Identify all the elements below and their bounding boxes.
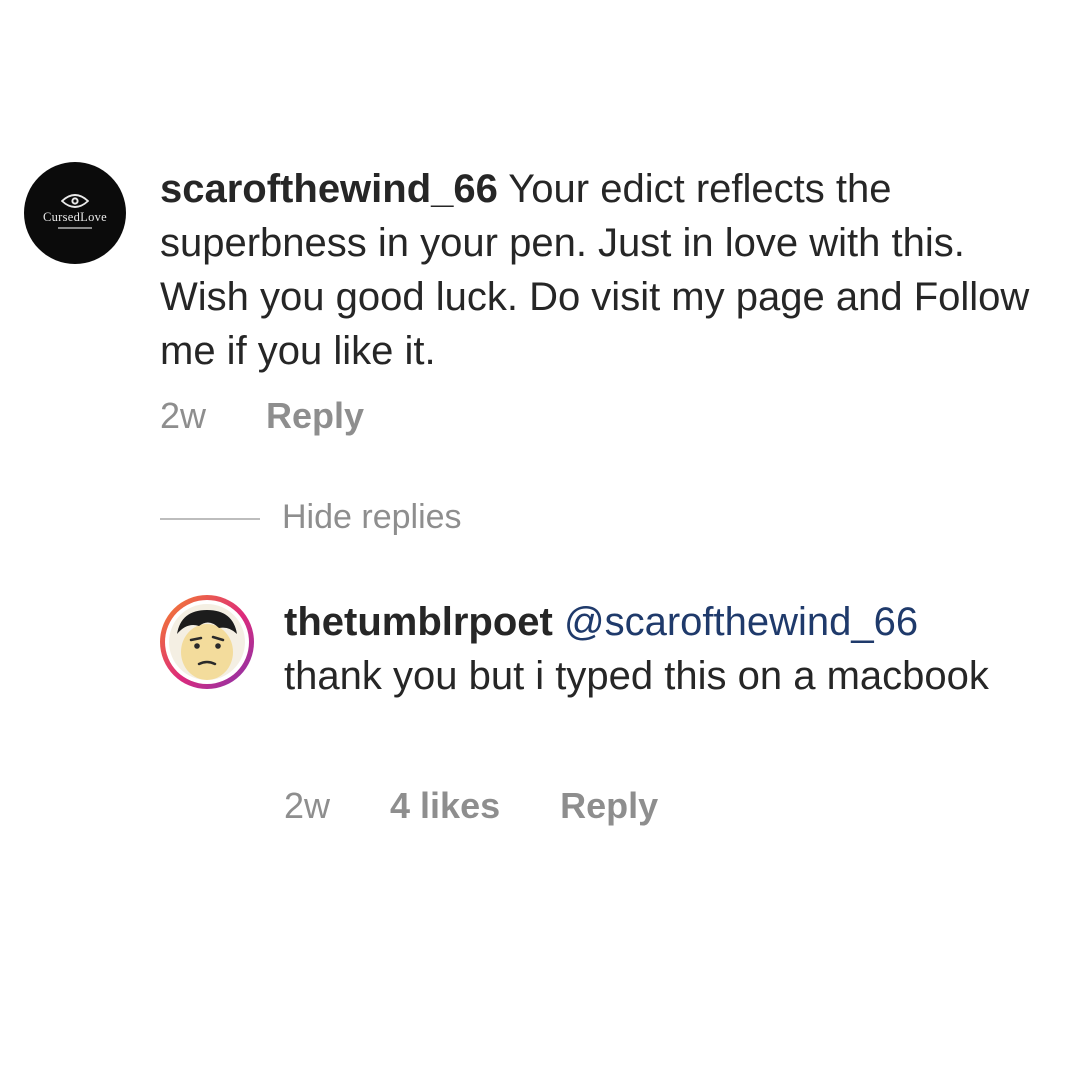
reply-text: thank you but i typed this on a macbook <box>284 654 989 698</box>
reply-username[interactable]: thetumblrpoet <box>284 600 553 644</box>
comment-meta: 2w Reply <box>160 395 364 437</box>
hide-replies-toggle[interactable]: Hide replies <box>160 498 462 537</box>
reply-likes-count[interactable]: 4 likes <box>390 785 500 827</box>
hide-replies-divider <box>160 518 260 521</box>
avatar-logo-text: CursedLove <box>42 210 108 224</box>
comment-timestamp: 2w <box>160 395 207 436</box>
comment-reply-button[interactable]: Reply <box>266 395 364 437</box>
reply-mention[interactable]: @scarofthewind_66 <box>564 600 918 644</box>
avatar-logo-subline <box>58 227 92 229</box>
reply-reply-button[interactable]: Reply <box>560 785 658 827</box>
commenter-avatar[interactable]: CursedLove <box>24 162 126 264</box>
comment-body: scarofthewind_66 Your edict reflects the… <box>160 162 1030 378</box>
reply-timestamp: 2w <box>284 785 331 826</box>
confused-face-icon <box>169 604 245 680</box>
comment-username[interactable]: scarofthewind_66 <box>160 167 498 211</box>
hide-replies-label: Hide replies <box>282 498 462 536</box>
reply-meta: 2w 4 likes Reply <box>284 785 658 827</box>
eye-logo-icon <box>61 194 89 208</box>
reply-avatar[interactable] <box>160 595 254 689</box>
reply-body: thetumblrpoet @scarofthewind_66 thank yo… <box>284 595 1024 703</box>
